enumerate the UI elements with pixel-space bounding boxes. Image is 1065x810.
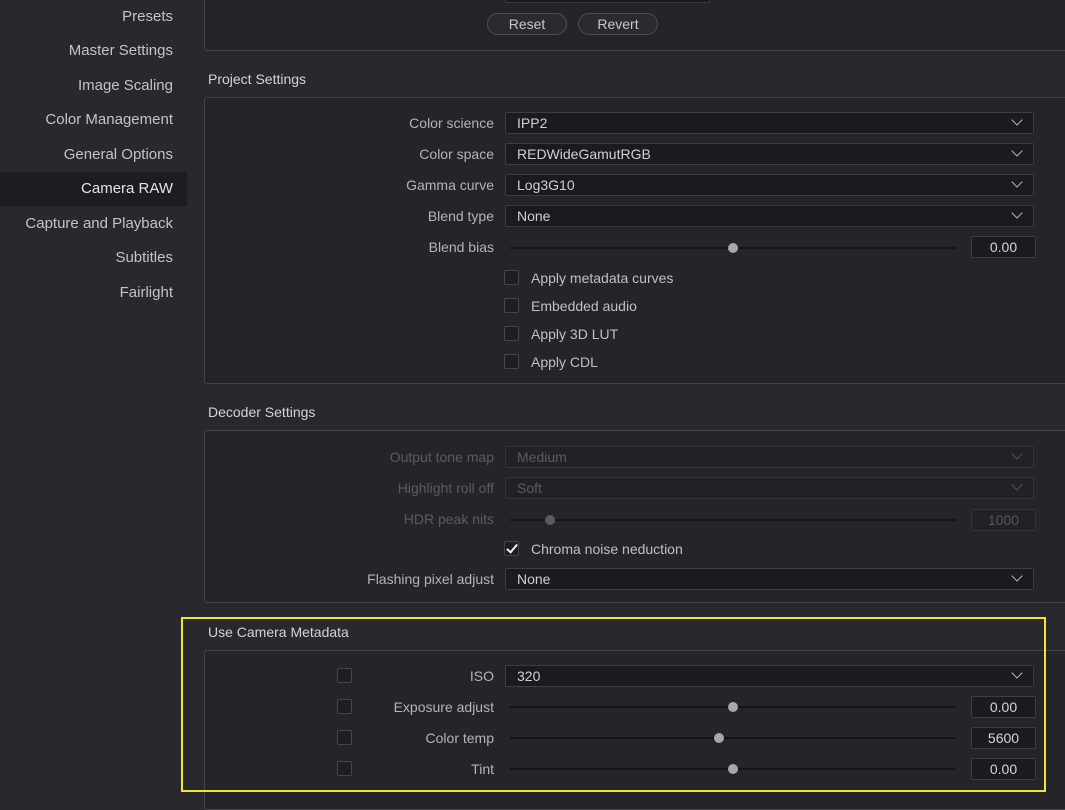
reset-button[interactable]: Reset: [487, 13, 567, 35]
sidebar-item-camera-raw[interactable]: Camera RAW: [0, 172, 187, 206]
blend-bias-slider[interactable]: [510, 241, 955, 255]
sidebar-item-subtitles[interactable]: Subtitles: [0, 241, 187, 275]
decoder-settings-title: Decoder Settings: [208, 404, 316, 420]
apply-3d-lut-label[interactable]: Apply 3D LUT: [531, 326, 618, 342]
settings-sidebar: Presets Master Settings Image Scaling Co…: [0, 0, 187, 800]
chevron-down-icon: [1011, 479, 1023, 491]
chevron-down-icon: [1011, 145, 1023, 157]
chevron-down-icon: [1011, 176, 1023, 188]
slider-track: [510, 519, 955, 521]
slider-knob: [545, 515, 556, 525]
output-tone-map-value: Medium: [517, 449, 567, 465]
gamma-curve-label: Gamma curve: [406, 177, 494, 193]
blend-type-select[interactable]: None: [505, 205, 1034, 227]
hdr-peak-nits-label: HDR peak nits: [403, 511, 494, 527]
flashing-pixel-adjust-label: Flashing pixel adjust: [367, 571, 494, 587]
project-settings-title: Project Settings: [208, 71, 307, 87]
sidebar-item-color-management[interactable]: Color Management: [0, 103, 187, 137]
partial-field: [505, 0, 710, 3]
sidebar-item-fairlight[interactable]: Fairlight: [0, 276, 187, 310]
chevron-down-icon: [1011, 207, 1023, 219]
apply-3d-lut-checkbox[interactable]: [504, 326, 519, 341]
chroma-noise-reduction-checkbox[interactable]: [504, 541, 519, 556]
sidebar-item-presets[interactable]: Presets: [0, 0, 187, 34]
highlight-box: [181, 617, 1046, 792]
chroma-noise-reduction-label[interactable]: Chroma noise neduction: [531, 541, 683, 557]
project-settings-group: Color science IPP2 Color space REDWideGa…: [204, 97, 1065, 384]
embedded-audio-label[interactable]: Embedded audio: [531, 298, 637, 314]
chevron-down-icon: [1011, 448, 1023, 460]
color-science-label: Color science: [409, 115, 494, 131]
revert-button[interactable]: Revert: [578, 13, 658, 35]
sidebar-item-general-options[interactable]: General Options: [0, 138, 187, 172]
highlight-roll-off-label: Highlight roll off: [397, 480, 494, 496]
chevron-down-icon: [1011, 114, 1023, 126]
presets-group-box: Reset Revert: [204, 0, 1065, 51]
apply-metadata-curves-checkbox[interactable]: [504, 270, 519, 285]
color-space-label: Color space: [419, 146, 494, 162]
flashing-pixel-adjust-value: None: [517, 571, 551, 587]
blend-type-value: None: [517, 208, 551, 224]
blend-bias-label: Blend bias: [428, 239, 494, 255]
color-space-select[interactable]: REDWideGamutRGB: [505, 143, 1034, 165]
hdr-peak-nits-slider: [510, 513, 955, 527]
color-science-select[interactable]: IPP2: [505, 112, 1034, 134]
flashing-pixel-adjust-select[interactable]: None: [505, 568, 1034, 590]
blend-bias-value[interactable]: 0.00: [971, 236, 1036, 258]
output-tone-map-label: Output tone map: [389, 449, 494, 465]
gamma-curve-select[interactable]: Log3G10: [505, 174, 1034, 196]
chevron-down-icon: [1011, 570, 1023, 582]
apply-cdl-label[interactable]: Apply CDL: [531, 354, 598, 370]
apply-cdl-checkbox[interactable]: [504, 354, 519, 369]
gamma-curve-value: Log3G10: [517, 177, 575, 193]
sidebar-item-capture-and-playback[interactable]: Capture and Playback: [0, 207, 187, 241]
slider-knob[interactable]: [727, 243, 738, 253]
color-science-value: IPP2: [517, 115, 548, 131]
blend-type-label: Blend type: [427, 208, 494, 224]
sidebar-item-image-scaling[interactable]: Image Scaling: [0, 69, 187, 103]
highlight-roll-off-value: Soft: [517, 480, 542, 496]
output-tone-map-select: Medium: [505, 446, 1034, 468]
apply-metadata-curves-label[interactable]: Apply metadata curves: [531, 270, 673, 286]
hdr-peak-nits-value: 1000: [971, 509, 1036, 531]
color-space-value: REDWideGamutRGB: [517, 146, 651, 162]
highlight-roll-off-select: Soft: [505, 477, 1034, 499]
decoder-settings-group: Output tone map Medium Highlight roll of…: [204, 430, 1065, 603]
embedded-audio-checkbox[interactable]: [504, 298, 519, 313]
sidebar-item-master-settings[interactable]: Master Settings: [0, 34, 187, 68]
